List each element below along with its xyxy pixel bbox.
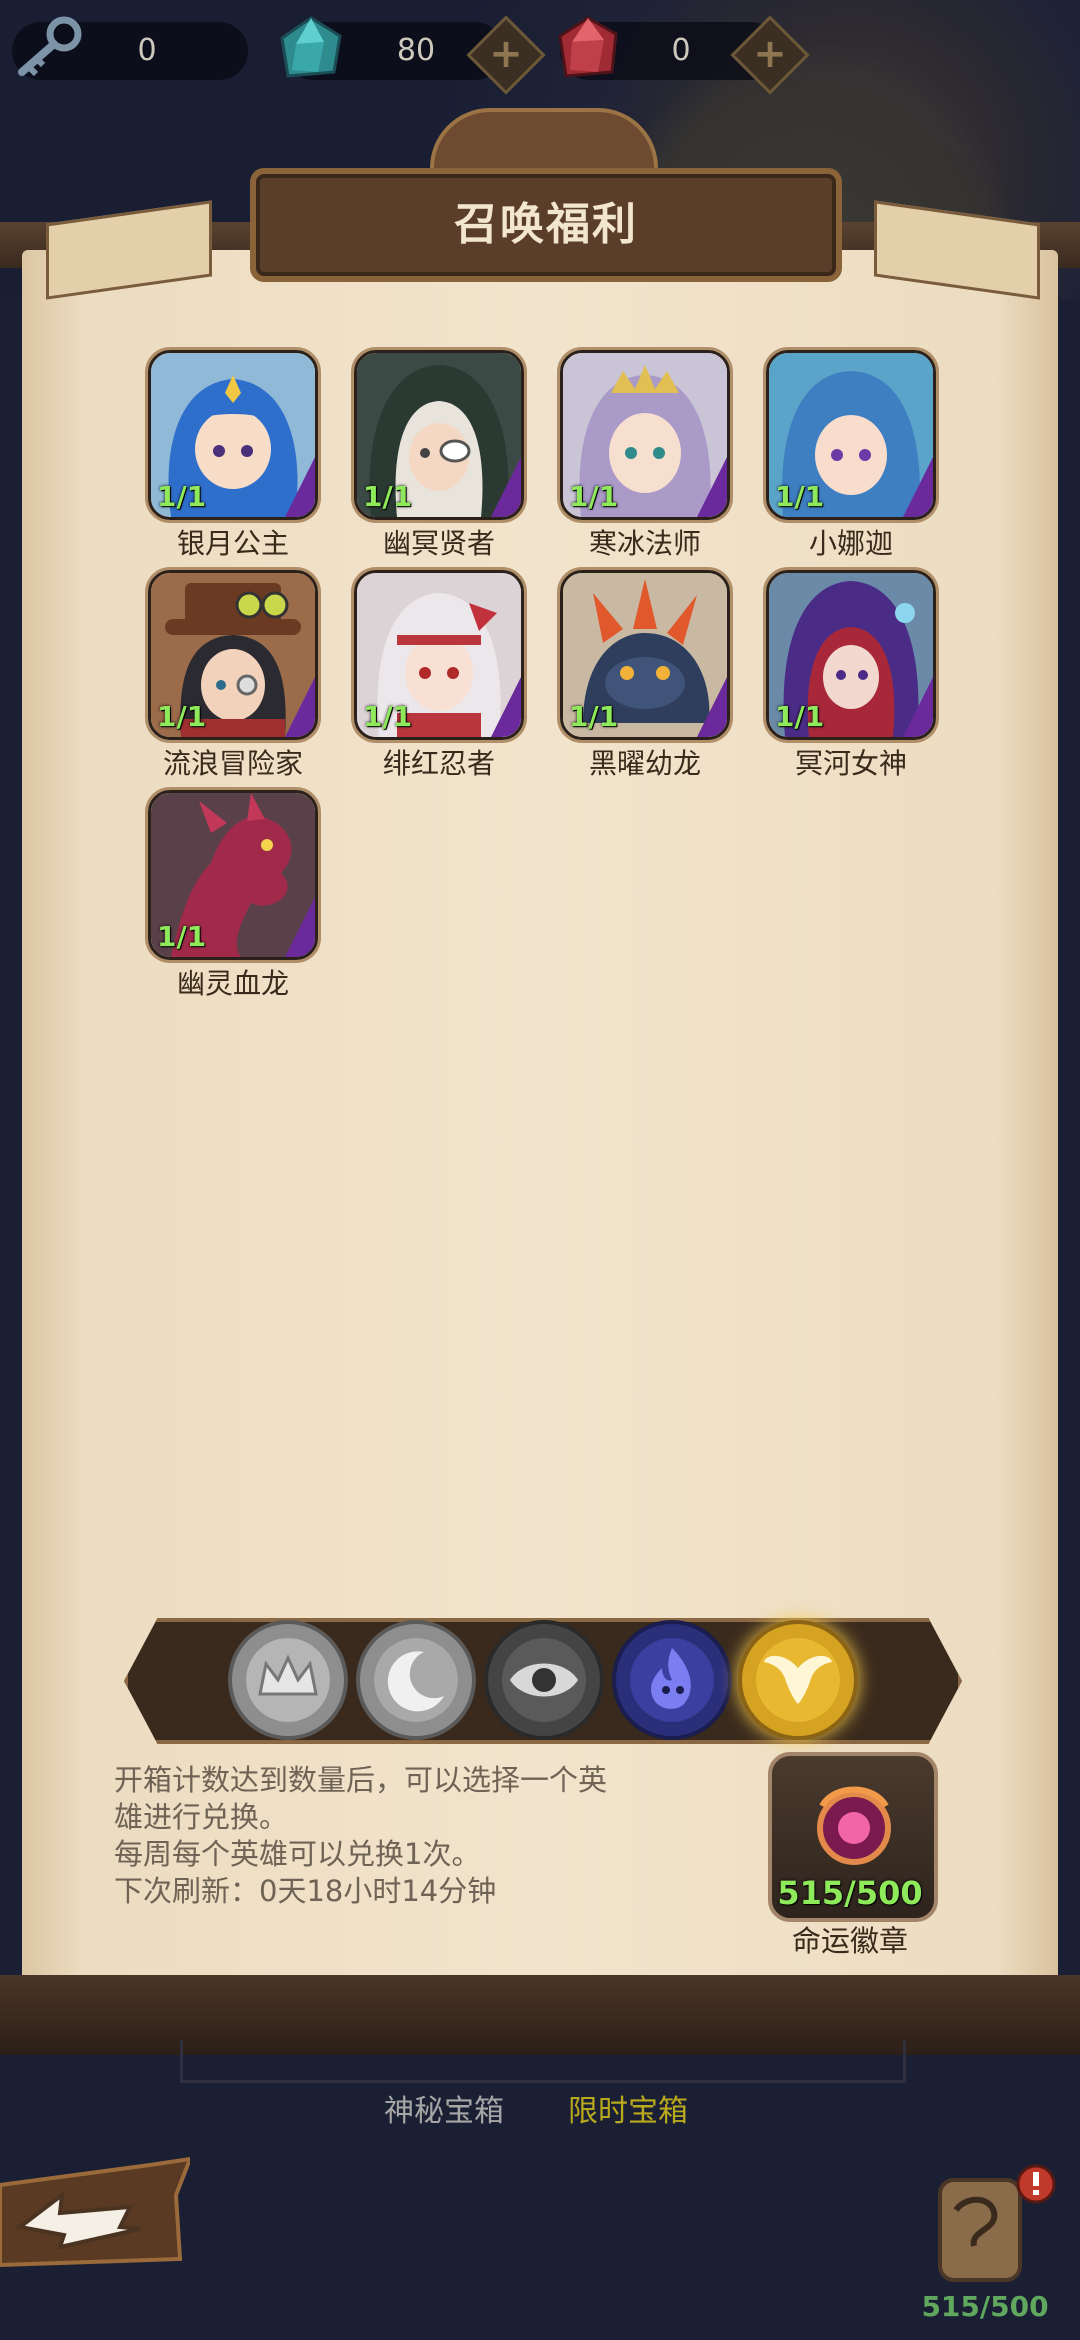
hero-card[interactable]: 1/1 幽冥贤者 bbox=[354, 350, 524, 562]
category-eye[interactable] bbox=[484, 1620, 604, 1740]
hero-portrait-frame: 1/1 bbox=[766, 350, 936, 520]
destiny-emblem-icon bbox=[817, 1786, 891, 1865]
plus-icon: + bbox=[753, 31, 787, 77]
hero-name: 寒冰法师 bbox=[588, 527, 701, 560]
hero-count: 1/1 bbox=[363, 480, 413, 513]
hero-portrait-frame: 1/1 bbox=[766, 570, 936, 740]
hero-name: 绯红忍者 bbox=[382, 747, 495, 780]
category-crown[interactable] bbox=[228, 1620, 348, 1740]
hero-card[interactable]: 1/1 绯红忍者 bbox=[354, 570, 524, 782]
tab-limited-chest[interactable]: 限时宝箱 bbox=[568, 2086, 688, 2130]
keys-counter: 0 bbox=[12, 16, 248, 80]
hero-card[interactable]: 1/1 银月公主 bbox=[148, 350, 318, 562]
exchange-info: 开箱计数达到数量后，可以选择一个英 雄进行兑换。 每周每个英雄可以兑换1次。 下… bbox=[114, 1762, 714, 1910]
hero-count: 1/1 bbox=[569, 700, 619, 733]
plus-icon: + bbox=[489, 31, 523, 77]
emblem-name: 命运徽章 bbox=[791, 1924, 908, 1958]
hero-count: 1/1 bbox=[157, 920, 207, 953]
diamonds-value: 80 bbox=[396, 33, 436, 68]
hero-count: 1/1 bbox=[569, 480, 619, 513]
keys-value: 0 bbox=[137, 33, 157, 68]
hero-portrait-frame: 1/1 bbox=[354, 570, 524, 740]
hero-name: 小娜迦 bbox=[808, 527, 893, 560]
info-line: 每周每个英雄可以兑换1次。 bbox=[114, 1837, 481, 1871]
diamond-gem-icon bbox=[280, 16, 342, 78]
hero-portrait-frame: 1/1 bbox=[148, 350, 318, 520]
refresh-timer: 下次刷新：0天18小时14分钟 bbox=[114, 1874, 497, 1908]
hero-portrait-frame: 1/1 bbox=[354, 350, 524, 520]
info-line: 开箱计数达到数量后，可以选择一个英 bbox=[114, 1763, 608, 1797]
spirit-flame-icon bbox=[630, 1638, 714, 1722]
chest-tabs-frame bbox=[180, 2040, 906, 2083]
hero-portrait-frame: 1/1 bbox=[560, 350, 730, 520]
hero-count: 1/1 bbox=[363, 700, 413, 733]
hero-name: 冥河女神 bbox=[794, 747, 907, 780]
hero-name: 幽灵血龙 bbox=[176, 967, 289, 1000]
category-angel-selected[interactable] bbox=[738, 1620, 858, 1740]
hero-count: 1/1 bbox=[775, 700, 825, 733]
eye-icon bbox=[502, 1638, 586, 1722]
category-spirit[interactable] bbox=[612, 1620, 732, 1740]
hero-name: 黑曜幼龙 bbox=[588, 747, 701, 780]
title-banner: 召唤福利 bbox=[250, 168, 842, 282]
hero-portrait-frame: 1/1 bbox=[148, 790, 318, 960]
angel-wings-icon bbox=[756, 1638, 840, 1722]
hero-card[interactable]: 1/1 寒冰法师 bbox=[560, 350, 730, 562]
hero-name: 银月公主 bbox=[176, 527, 289, 560]
moon-icon bbox=[374, 1638, 458, 1722]
rubies-value: 0 bbox=[671, 33, 691, 68]
hero-name: 流浪冒险家 bbox=[162, 747, 303, 780]
tab-mystery-chest[interactable]: 神秘宝箱 bbox=[384, 2086, 504, 2130]
hero-portrait-frame: 1/1 bbox=[148, 570, 318, 740]
page-title: 召唤福利 bbox=[454, 199, 638, 250]
hero-card[interactable]: 1/1 冥河女神 bbox=[766, 570, 936, 782]
hero-portrait-frame: 1/1 bbox=[560, 570, 730, 740]
bottom-count: 515/500 bbox=[921, 2290, 1049, 2323]
hero-card[interactable]: 1/1 黑曜幼龙 bbox=[560, 570, 730, 782]
crown-icon bbox=[246, 1638, 330, 1722]
hero-count: 1/1 bbox=[775, 480, 825, 513]
hero-card[interactable]: 1/1 幽灵血龙 bbox=[148, 790, 318, 1002]
hero-card[interactable]: 1/1 小娜迦 bbox=[766, 350, 936, 562]
hero-count: 1/1 bbox=[157, 700, 207, 733]
scroll-log-button[interactable] bbox=[910, 2160, 1060, 2300]
hero-count: 1/1 bbox=[157, 480, 207, 513]
hero-card[interactable]: 1/1 流浪冒险家 bbox=[148, 570, 318, 782]
ruby-gem-icon bbox=[558, 16, 618, 78]
hero-name: 幽冥贤者 bbox=[382, 527, 495, 560]
emblem-count: 515/500 bbox=[777, 1874, 923, 1912]
category-moon[interactable] bbox=[356, 1620, 476, 1740]
key-icon bbox=[18, 16, 82, 77]
info-line: 雄进行兑换。 bbox=[114, 1800, 289, 1834]
back-button[interactable] bbox=[0, 2155, 190, 2285]
